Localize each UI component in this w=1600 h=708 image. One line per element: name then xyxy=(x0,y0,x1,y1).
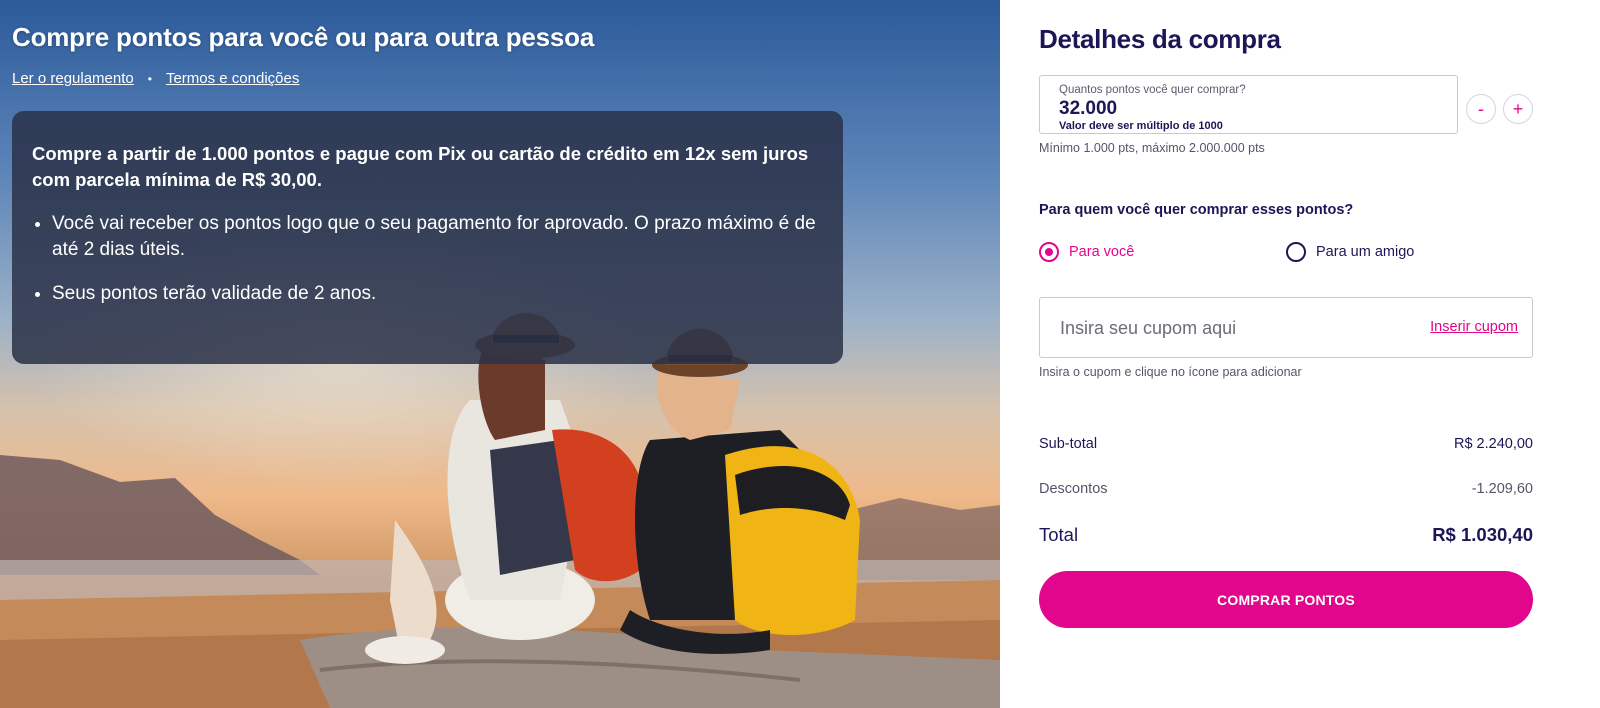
total-value: R$ 1.030,40 xyxy=(1432,524,1533,545)
radio-for-friend[interactable]: Para um amigo xyxy=(1286,242,1414,262)
radio-selected-icon[interactable] xyxy=(1039,242,1059,262)
total-label: Total xyxy=(1039,524,1079,545)
total-row: Total R$ 1.030,40 xyxy=(1039,524,1533,546)
radio-for-you[interactable]: Para você xyxy=(1039,242,1134,262)
info-card-list: Você vai receber os pontos logo que o se… xyxy=(32,211,823,307)
discount-row: Descontos -1.209,60 xyxy=(1039,481,1533,497)
decrease-points-button[interactable]: - xyxy=(1466,94,1496,124)
radio-unselected-icon[interactable] xyxy=(1286,242,1306,262)
coupon-field: Inserir cupom xyxy=(1039,297,1533,358)
subtotal-value: R$ 2.240,00 xyxy=(1453,436,1533,452)
radio-for-friend-label: Para um amigo xyxy=(1316,244,1415,260)
coupon-hint: Insira o cupom e clique no ícone para ad… xyxy=(1039,365,1302,379)
discount-label: Descontos xyxy=(1039,481,1108,497)
points-range-note: Mínimo 1.000 pts, máximo 2.000.000 pts xyxy=(1039,141,1265,155)
subtotal-row: Sub-total R$ 2.240,00 xyxy=(1039,436,1533,452)
panel-title: Detalhes da compra xyxy=(1039,24,1281,54)
info-card-lead: Compre a partir de 1.000 pontos e pague … xyxy=(32,143,809,190)
hero-title: Compre pontos para você ou para outra pe… xyxy=(12,22,595,52)
points-quantity-field[interactable]: Quantos pontos você quer comprar? 32.000… xyxy=(1039,75,1458,134)
subtotal-label: Sub-total xyxy=(1039,436,1098,452)
purchase-panel: Detalhes da compra Quantos pontos você q… xyxy=(1001,0,1600,708)
discount-value: -1.209,60 xyxy=(1471,481,1533,497)
info-bullet-approval: Você vai receber os pontos logo que o se… xyxy=(52,211,823,263)
points-field-warning: Valor deve ser múltiplo de 1000 xyxy=(1059,120,1223,132)
terms-link[interactable]: Termos e condições xyxy=(166,70,299,87)
coupon-input[interactable] xyxy=(1060,314,1400,342)
rules-link[interactable]: Ler o regulamento xyxy=(12,70,134,87)
increase-points-button[interactable]: + xyxy=(1503,94,1533,124)
points-field-label: Quantos pontos você quer comprar? xyxy=(1059,84,1246,96)
hero-banner: Compre pontos para você ou para outra pe… xyxy=(0,0,1000,708)
points-field-value[interactable]: 32.000 xyxy=(1059,98,1457,120)
link-separator: • xyxy=(147,71,152,86)
buy-points-button[interactable]: COMPRAR PONTOS xyxy=(1039,571,1533,628)
hero-links: Ler o regulamento • Termos e condições xyxy=(12,70,299,87)
recipient-question: Para quem você quer comprar esses pontos… xyxy=(1039,202,1354,218)
radio-for-you-label: Para você xyxy=(1069,244,1135,260)
insert-coupon-link[interactable]: Inserir cupom xyxy=(1430,319,1518,335)
info-bullet-validity: Seus pontos terão validade de 2 anos. xyxy=(52,281,823,307)
info-card: Compre a partir de 1.000 pontos e pague … xyxy=(12,111,843,364)
